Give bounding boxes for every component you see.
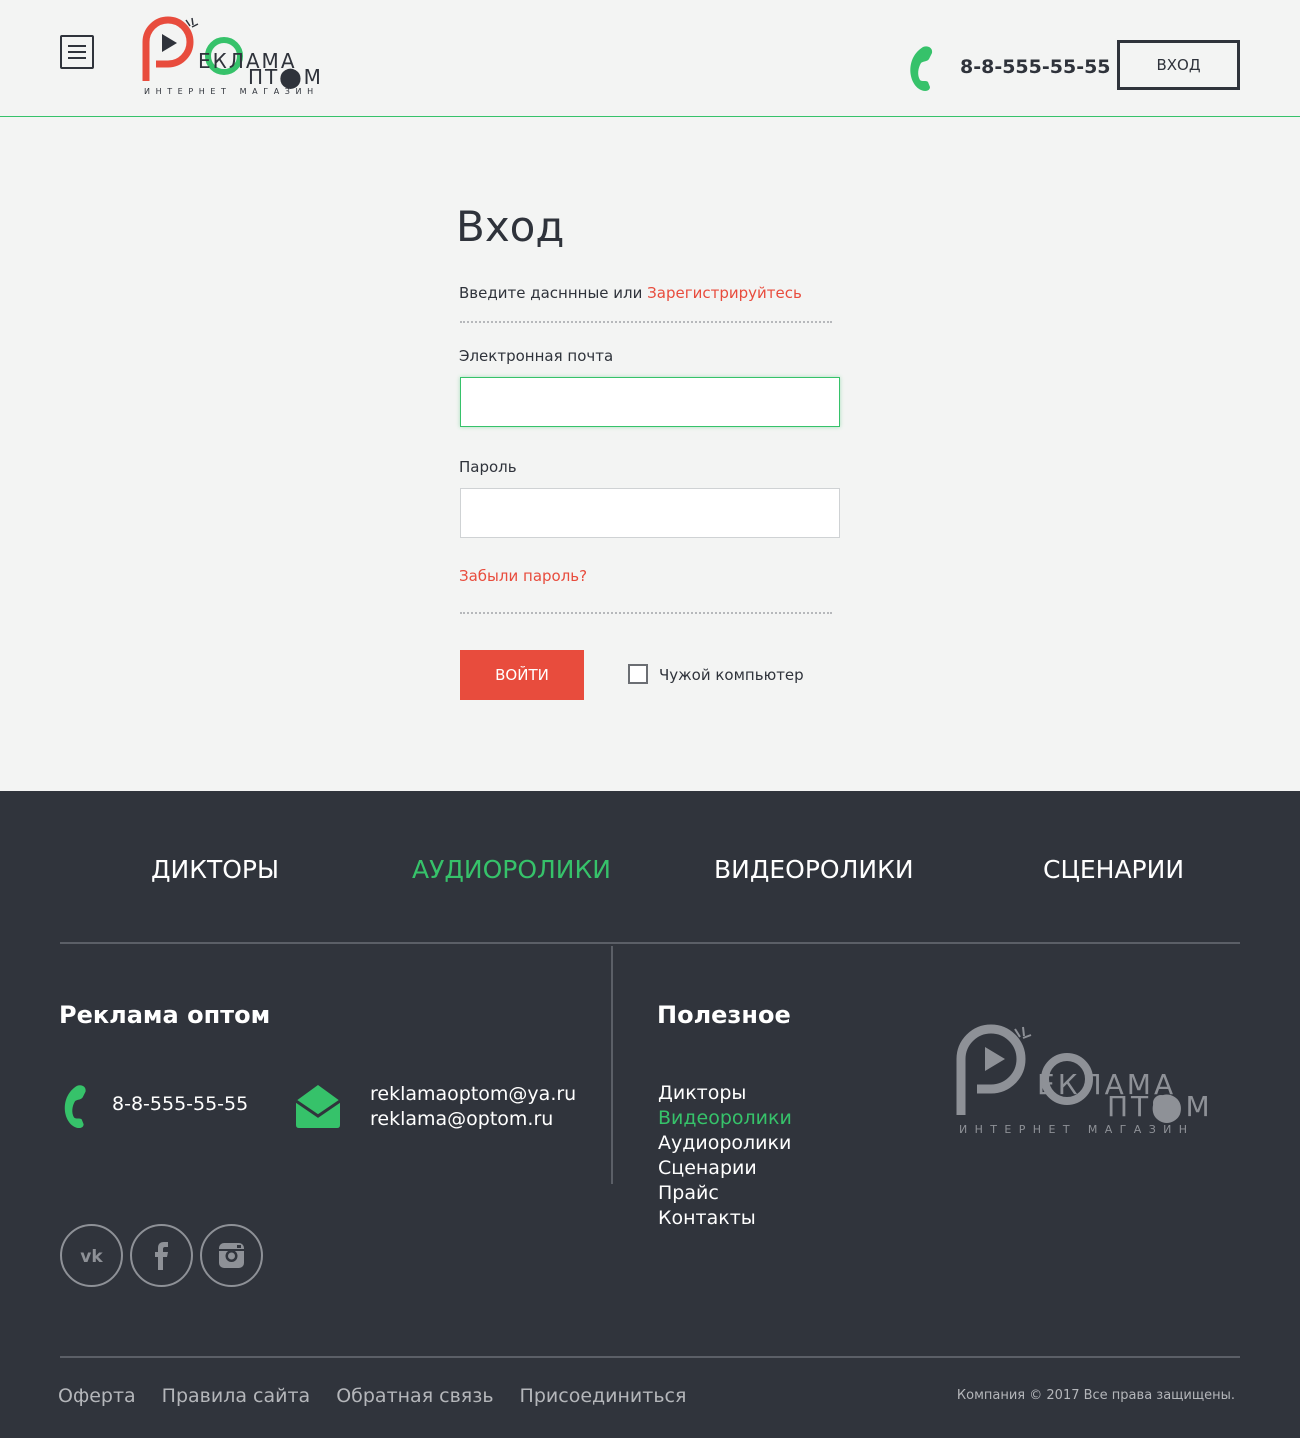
login-subtitle: Введите дасннные или Зарегистрируйтесь — [459, 284, 802, 302]
header-login-button[interactable]: Вход — [1117, 40, 1240, 90]
offer-link[interactable]: Оферта — [58, 1385, 136, 1407]
footer-nav-audio[interactable]: Аудиоролики — [412, 855, 611, 884]
useful-link-speakers[interactable]: Дикторы — [658, 1081, 792, 1106]
header: ЕКЛАМА ПТ⬤М ИНТЕРНЕТ МАГАЗИН 8-8-555-55-… — [0, 0, 1300, 117]
footer-divider — [60, 942, 1240, 944]
logo-line-2: ПТ⬤М — [248, 65, 323, 89]
useful-heading: Полезное — [657, 1001, 791, 1029]
header-phone[interactable]: 8-8-555-55-55 — [960, 56, 1111, 78]
footer-nav-scripts[interactable]: Сценарии — [1043, 855, 1184, 884]
dotted-divider — [460, 612, 832, 614]
email-field[interactable] — [460, 377, 840, 427]
foreign-pc-label[interactable]: Чужой компьютер — [659, 666, 804, 684]
facebook-icon — [155, 1242, 168, 1270]
footer-logo: ЕКЛАМА ПТ⬤М ИНТЕРНЕТ МАГАЗИН — [955, 1023, 1225, 1143]
logo[interactable]: ЕКЛАМА ПТ⬤М ИНТЕРНЕТ МАГАЗИН — [140, 16, 330, 102]
hamburger-menu-icon[interactable] — [60, 35, 94, 69]
svg-text:vk: vk — [80, 1247, 103, 1267]
register-link[interactable]: Зарегистрируйтесь — [647, 284, 802, 302]
footer-logo-line-2: ПТ⬤М — [1107, 1090, 1213, 1123]
footer-email-1[interactable]: reklamaoptom@ya.ru — [370, 1083, 576, 1105]
foreign-pc-checkbox[interactable] — [628, 664, 648, 684]
useful-link-video[interactable]: Видеоролики — [658, 1106, 792, 1131]
instagram-icon — [219, 1243, 244, 1268]
footer-logo-tagline: ИНТЕРНЕТ МАГАЗИН — [959, 1123, 1195, 1136]
footer: Дикторы Аудиоролики Видеоролики Сценарии… — [0, 791, 1300, 1438]
footer-nav-speakers[interactable]: Дикторы — [151, 855, 279, 884]
join-link[interactable]: Присоединиться — [520, 1385, 687, 1407]
login-submit-button[interactable]: Войти — [460, 650, 584, 700]
footer-nav-video[interactable]: Видеоролики — [714, 855, 914, 884]
vk-icon: vk — [80, 1247, 103, 1267]
facebook-button[interactable] — [130, 1224, 193, 1287]
footer-bottom-links: Оферта Правила сайта Обратная связь Прис… — [58, 1385, 712, 1407]
useful-link-contacts[interactable]: Контакты — [658, 1206, 792, 1231]
login-title: Вход — [456, 202, 565, 251]
site-rules-link[interactable]: Правила сайта — [162, 1385, 311, 1407]
footer-bottom-divider — [60, 1356, 1240, 1358]
useful-link-audio[interactable]: Аудиоролики — [658, 1131, 792, 1156]
dotted-divider — [460, 321, 832, 323]
phone-icon — [910, 46, 933, 91]
envelope-icon — [295, 1085, 341, 1128]
phone-icon — [64, 1085, 86, 1129]
footer-email-2[interactable]: reklama@optom.ru — [370, 1108, 553, 1130]
useful-links: Дикторы Видеоролики Аудиоролики Сценарии… — [658, 1081, 792, 1231]
email-label: Электронная почта — [459, 347, 614, 365]
copyright: Компания © 2017 Все права защищены. — [956, 1388, 1235, 1403]
login-subtitle-text: Введите дасннные или — [459, 284, 648, 302]
logo-tagline: ИНТЕРНЕТ МАГАЗИН — [144, 87, 319, 96]
footer-vertical-divider — [611, 946, 613, 1184]
forgot-password-link[interactable]: Забыли пароль? — [459, 567, 587, 585]
footer-nav: Дикторы Аудиоролики Видеоролики Сценарии — [60, 855, 1240, 891]
password-label: Пароль — [459, 458, 517, 476]
feedback-link[interactable]: Обратная связь — [336, 1385, 493, 1407]
useful-link-scripts[interactable]: Сценарии — [658, 1156, 792, 1181]
password-field[interactable] — [460, 488, 840, 538]
useful-link-price[interactable]: Прайс — [658, 1181, 792, 1206]
vk-button[interactable]: vk — [60, 1224, 123, 1287]
contacts-heading: Реклама оптом — [59, 1001, 271, 1029]
instagram-button[interactable] — [200, 1224, 263, 1287]
footer-phone[interactable]: 8-8-555-55-55 — [112, 1093, 248, 1115]
